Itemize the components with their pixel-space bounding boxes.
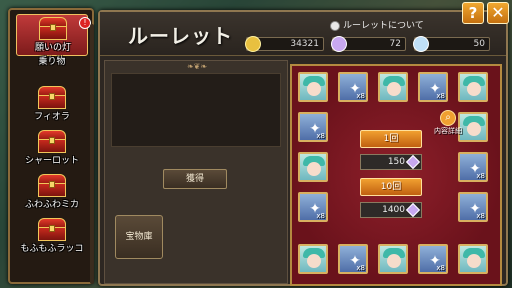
category-sidebar: 願いの灯 ! 乗り物 フィオラ シャーロット ふわふわミカ もふもふラッコ — [8, 8, 94, 284]
crystal-counter: 50 — [413, 36, 490, 52]
ornament-icon: ❧❦❧ — [186, 62, 208, 71]
roulette-slot-character — [298, 152, 328, 182]
slot-count: x8 — [476, 172, 485, 180]
roulette-slot-character — [458, 244, 488, 274]
roulette-slot-character — [298, 244, 328, 274]
about-roulette-link[interactable]: ルーレットについて — [330, 18, 424, 31]
gold-counter: 34321 — [245, 36, 324, 52]
sidebar-item-label: フィオラ — [34, 112, 70, 122]
roulette-slot-crystal: ✦ x8 — [458, 192, 488, 222]
treasure-chest-icon — [36, 216, 68, 242]
treasure-chest-icon — [36, 84, 68, 110]
spin-once-button[interactable]: 1回 — [360, 130, 422, 148]
reward-display-area: ❧❦❧ 獲得 宝物庫 — [104, 60, 288, 284]
roulette-slot-character — [458, 72, 488, 102]
character-face-icon — [387, 82, 401, 96]
content-details-label: 内容詳細 — [434, 127, 462, 135]
roulette-slot-crystal: ✦ x8 — [298, 192, 328, 222]
slot-count: x8 — [436, 264, 445, 272]
wing-counter: 72 — [331, 36, 406, 52]
treasure-chest-icon — [36, 128, 68, 154]
treasure-vault-button[interactable]: 宝物庫 — [115, 215, 163, 259]
sidebar-item-label: ふわふわミカ — [24, 200, 79, 210]
roulette-slot-character — [378, 244, 408, 274]
slot-count: x8 — [476, 212, 485, 220]
treasure-chest-icon — [37, 15, 69, 41]
sidebar-item-fiora[interactable]: フィオラ — [16, 84, 88, 126]
spin-once-cost-value: 150 — [387, 157, 405, 167]
sidebar-item-charlotte[interactable]: シャーロット — [16, 128, 88, 170]
title-bar: ルーレット ルーレットについて 34321 72 50 — [100, 12, 506, 56]
roulette-slot-character — [378, 72, 408, 102]
roulette-panel: ルーレット ルーレットについて 34321 72 50 ❧❦❧ 獲得 宝物庫 ✦… — [98, 10, 508, 286]
roulette-slot-crystal: ✦ x8 — [338, 72, 368, 102]
content-details-button[interactable]: ⌕ 内容詳細 — [428, 110, 468, 136]
gold-coin-icon — [245, 36, 261, 52]
wing-icon — [405, 154, 421, 170]
wing-value: 72 — [389, 39, 401, 49]
spin-ten-cost-value: 1400 — [382, 205, 405, 215]
roulette-slot-crystal: ✦ x8 — [458, 152, 488, 182]
slot-count: x8 — [356, 264, 365, 272]
roulette-slot-crystal: ✦ x8 — [418, 244, 448, 274]
magnifier-icon: ⌕ — [440, 110, 456, 126]
treasure-chest-icon — [36, 172, 68, 198]
character-face-icon — [307, 254, 321, 268]
wing-icon — [331, 36, 347, 52]
spin-ten-cost: 1400 — [360, 202, 422, 218]
character-face-icon — [307, 162, 321, 176]
info-icon — [330, 20, 340, 31]
slot-count: x8 — [356, 92, 365, 100]
slot-count: x8 — [436, 92, 445, 100]
gold-value: 34321 — [290, 39, 319, 49]
help-button[interactable]: ? — [462, 2, 484, 24]
sidebar-item-fluffy-mika[interactable]: ふわふわミカ — [16, 172, 88, 214]
spin-ten-button[interactable]: 10回 — [360, 178, 422, 196]
reward-display — [111, 73, 281, 147]
wing-icon — [405, 202, 421, 218]
sidebar-item-fluffy-otter[interactable]: もふもふラッコ — [16, 216, 88, 258]
character-face-icon — [467, 122, 481, 136]
slot-count: x8 — [316, 132, 325, 140]
roulette-slot-character — [298, 72, 328, 102]
acquire-button[interactable]: 獲得 — [163, 169, 227, 189]
roulette-slot-crystal: ✦ x8 — [298, 112, 328, 142]
roulette-slot-crystal: ✦ x8 — [338, 244, 368, 274]
character-face-icon — [467, 82, 481, 96]
about-roulette-label: ルーレットについて — [343, 21, 424, 31]
sidebar-item-label: 乗り物 — [38, 57, 66, 67]
spin-once-cost: 150 — [360, 154, 422, 170]
page-title: ルーレット — [128, 24, 233, 48]
character-face-icon — [387, 254, 401, 268]
sidebar-item-label: もふもふラッコ — [20, 244, 84, 254]
slot-count: x8 — [316, 212, 325, 220]
roulette-slot-crystal: ✦ x8 — [418, 72, 448, 102]
sidebar-item-label: シャーロット — [24, 156, 79, 166]
close-button[interactable]: ✕ — [487, 2, 509, 24]
character-face-icon — [307, 82, 321, 96]
sidebar-scrollbar[interactable] — [90, 24, 94, 284]
character-face-icon — [467, 254, 481, 268]
roulette-board: ✦ x8 ✦ x8 ✦ x8 ✦ x8 ✦ x8 ✦ x8 ✦ x8 ✦ x8 1回 150 10回 1400… — [290, 64, 502, 286]
crystal-value: 50 — [473, 39, 485, 49]
crystal-icon — [413, 36, 429, 52]
